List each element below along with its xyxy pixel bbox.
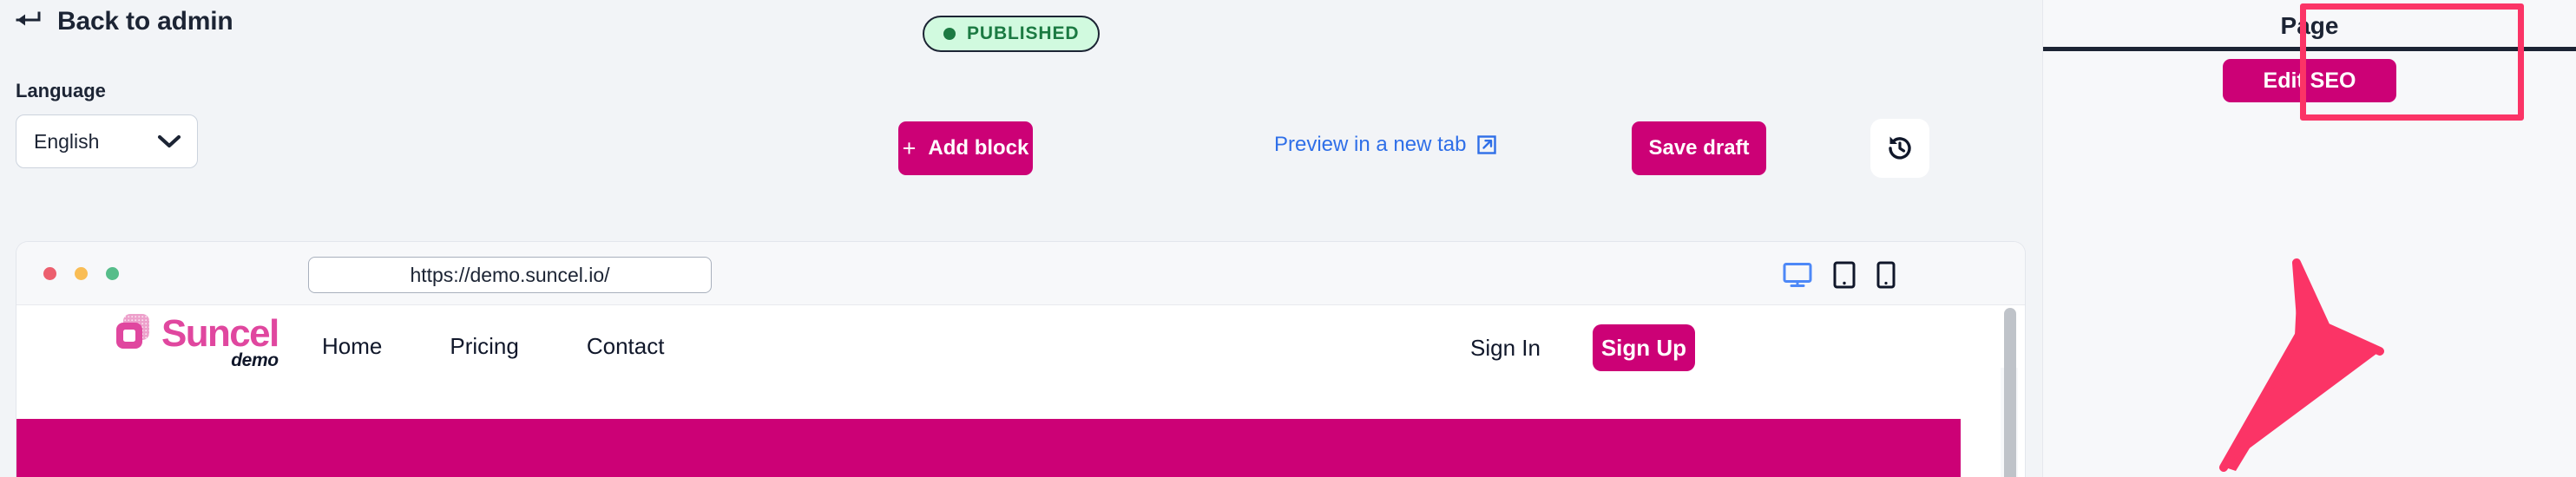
browser-chrome-bar: https://demo.suncel.io/ — [16, 242, 2025, 304]
history-button[interactable] — [1870, 119, 1929, 178]
nav-link-home[interactable]: Home — [322, 333, 382, 360]
site-logo[interactable]: Suncel demo — [114, 312, 279, 370]
history-restore-icon — [1883, 132, 1916, 165]
status-dot-icon — [943, 28, 956, 40]
hero-band — [16, 419, 1961, 477]
close-dot-icon — [43, 267, 56, 280]
url-bar[interactable]: https://demo.suncel.io/ — [308, 257, 712, 293]
device-switcher — [1783, 261, 1896, 289]
language-select[interactable]: English — [16, 114, 198, 168]
panel-divider — [2043, 47, 2576, 51]
site-nav-auth: Sign In Sign Up — [1470, 324, 1695, 371]
language-selected-value: English — [34, 129, 100, 153]
page-settings-panel: Page Edit SEO — [2042, 0, 2576, 477]
arrow-left-return-icon — [16, 10, 45, 35]
page-editor-screen: Back to admin Language English PUBLISHED — [0, 0, 2576, 477]
site-logo-words: Suncel demo — [161, 312, 279, 370]
minimize-dot-icon — [75, 267, 88, 280]
site-nav-links: Home Pricing Contact — [322, 333, 664, 360]
mobile-icon[interactable] — [1876, 261, 1896, 289]
preview-in-new-tab-link[interactable]: Preview in a new tab — [1274, 133, 1497, 157]
url-text: https://demo.suncel.io/ — [410, 263, 610, 286]
page-title: Page — [2280, 12, 2339, 39]
preview-scrollbar-thumb[interactable] — [2004, 308, 2016, 477]
tablet-icon[interactable] — [1833, 261, 1856, 289]
site-logo-sub: demo — [231, 350, 279, 371]
suncel-logo-icon — [114, 312, 154, 352]
maximize-dot-icon — [106, 267, 119, 280]
site-logo-name: Suncel — [161, 312, 279, 356]
external-link-icon — [1476, 134, 1497, 155]
traffic-lights — [43, 267, 119, 280]
save-draft-button[interactable]: Save draft — [1632, 121, 1766, 175]
add-block-label: Add block — [928, 136, 1029, 160]
editor-toolbar: Back to admin Language English PUBLISHED — [0, 0, 2042, 241]
preview-link-label: Preview in a new tab — [1274, 133, 1467, 156]
plus-icon: + — [902, 134, 917, 161]
status-badge-label: PUBLISHED — [967, 23, 1080, 43]
site-preview: Suncel demo Home Pricing Contact Sign In… — [16, 304, 2025, 477]
language-label: Language — [16, 80, 106, 101]
nav-link-pricing[interactable]: Pricing — [450, 333, 518, 360]
back-to-admin-label: Back to admin — [57, 7, 233, 36]
sign-in-link[interactable]: Sign In — [1470, 335, 1541, 362]
sign-up-button[interactable]: Sign Up — [1592, 324, 1695, 371]
monitor-icon[interactable] — [1783, 262, 1812, 288]
add-block-button[interactable]: + Add block — [898, 121, 1033, 175]
site-navbar: Suncel demo Home Pricing Contact Sign In… — [16, 305, 2025, 389]
nav-link-contact[interactable]: Contact — [587, 333, 665, 360]
editor-column: Back to admin Language English PUBLISHED — [0, 0, 2042, 477]
status-badge: PUBLISHED — [923, 16, 1101, 52]
edit-seo-button[interactable]: Edit SEO — [2223, 59, 2396, 102]
browser-preview-frame: https://demo.suncel.io/ Suncel demo Home… — [16, 241, 2026, 477]
language-field: Language English — [16, 80, 198, 168]
chevron-down-icon — [157, 134, 181, 149]
back-to-admin-link[interactable]: Back to admin — [16, 7, 233, 36]
